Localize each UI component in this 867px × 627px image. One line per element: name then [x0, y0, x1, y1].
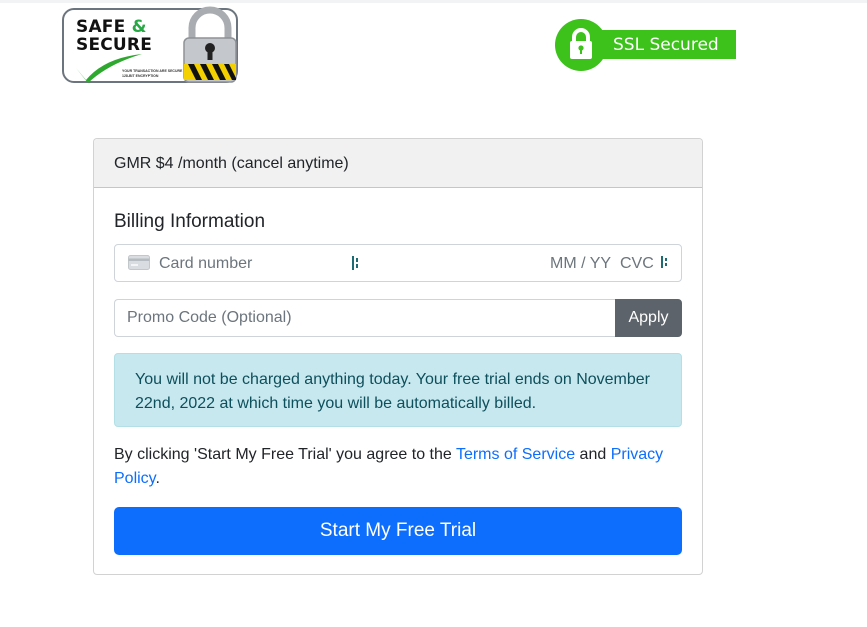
start-free-trial-button[interactable]: Start My Free Trial [114, 507, 682, 555]
ssl-secured-badge: SSL Secured [555, 19, 736, 71]
terms-prefix: By clicking 'Start My Free Trial' you ag… [114, 446, 456, 463]
card-cvc-input[interactable]: CVC [620, 254, 654, 273]
terms-suffix: . [155, 470, 160, 487]
promo-code-input[interactable] [114, 299, 615, 337]
terms-of-service-link[interactable]: Terms of Service [456, 446, 575, 463]
safe-word: SAFE [76, 17, 126, 37]
checkout-card: GMR $4 /month (cancel anytime) Billing I… [93, 138, 703, 575]
safe-secure-badge: SAFE & SECURE YOUR TRANSACTION ARE SECUR… [62, 6, 238, 83]
checkmark-swoosh-icon [76, 54, 142, 83]
plan-header: GMR $4 /month (cancel anytime) [94, 139, 702, 188]
terms-text: By clicking 'Start My Free Trial' you ag… [114, 443, 684, 491]
text-cursor-icon [352, 256, 358, 270]
lock-icon [570, 28, 592, 59]
text-cursor-icon [661, 256, 667, 268]
credit-card-icon [128, 255, 150, 270]
card-expiry-input[interactable]: MM / YY [550, 254, 611, 273]
card-details-field[interactable]: Card number MM / YY CVC [114, 244, 682, 282]
padlock-icon [183, 6, 237, 83]
trial-notice: You will not be charged anything today. … [114, 353, 682, 427]
apply-button[interactable]: Apply [615, 299, 682, 337]
ssl-secured-label: SSL Secured [613, 35, 719, 55]
ampersand: & [131, 17, 147, 37]
safe-secure-title: SAFE & SECURE [76, 18, 152, 54]
terms-conjunction: and [575, 446, 611, 463]
card-number-input[interactable]: Card number [159, 254, 252, 273]
promo-code-group: Apply [114, 299, 682, 337]
top-divider [0, 0, 867, 3]
billing-title: Billing Information [114, 211, 266, 232]
